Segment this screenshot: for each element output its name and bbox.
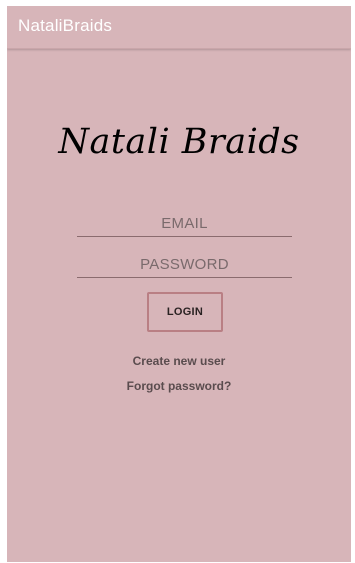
forgot-password-link[interactable]: Forgot password? [7,379,351,393]
app-screen: NataliBraids Natali Braids LOGIN Create … [7,6,351,562]
brand-logo-text: Natali Braids [58,122,300,162]
password-field[interactable] [77,252,292,278]
email-field[interactable] [77,211,292,237]
app-title: NataliBraids [18,16,113,35]
login-button[interactable]: LOGIN [147,292,223,332]
app-bar: NataliBraids [7,6,351,49]
create-new-user-link[interactable]: Create new user [7,354,351,368]
